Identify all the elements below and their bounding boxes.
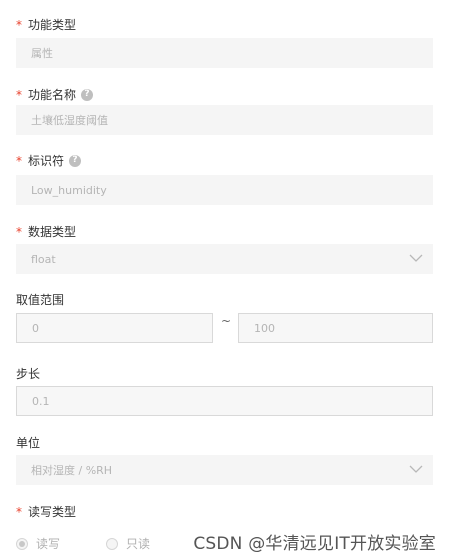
range-max-input[interactable]: 100 xyxy=(238,313,433,343)
unit-label-text: 单位 xyxy=(16,436,41,450)
unit-value: 相对湿度 / %RH xyxy=(31,464,113,477)
unit-select[interactable]: 相对湿度 / %RH xyxy=(16,455,433,485)
range-max-value: 100 xyxy=(254,321,275,335)
range-min-input[interactable]: 0 xyxy=(16,313,213,343)
data-type-value: float xyxy=(31,252,56,266)
radio-selected-dot xyxy=(19,540,25,547)
value-range-label-text: 取值范围 xyxy=(16,293,65,307)
function-name-field[interactable]: 土壤低湿度阈值 xyxy=(16,105,433,135)
identifier-value: Low_humidity xyxy=(31,183,107,197)
required-marker: * xyxy=(16,17,22,32)
data-type-select[interactable]: float xyxy=(16,244,433,274)
identifier-label-text: 标识符 xyxy=(28,154,65,168)
step-label-text: 步长 xyxy=(16,367,41,381)
step-label: 步长 xyxy=(16,365,40,382)
rw-type-label: * 读写类型 xyxy=(16,503,76,520)
step-value: 0.1 xyxy=(32,394,50,408)
function-name-value: 土壤低湿度阈值 xyxy=(31,114,108,127)
required-marker: * xyxy=(16,504,22,519)
unit-label: 单位 xyxy=(16,434,40,451)
identifier-field[interactable]: Low_humidity xyxy=(16,175,433,205)
help-icon[interactable]: ? xyxy=(69,154,82,167)
function-type-value: 属性 xyxy=(31,47,53,60)
function-type-label: * 功能类型 xyxy=(16,16,76,33)
watermark: CSDN @华清远见IT开放实验室 xyxy=(193,534,436,554)
value-range-label: 取值范围 xyxy=(16,291,64,308)
range-min-value: 0 xyxy=(32,321,39,335)
required-marker: * xyxy=(16,87,22,102)
radio-read-only-label[interactable]: 只读 xyxy=(126,535,150,552)
data-type-label-text: 数据类型 xyxy=(28,225,77,239)
chevron-down-icon[interactable] xyxy=(409,253,423,263)
chevron-down-icon[interactable] xyxy=(409,464,423,474)
radio-read-only[interactable] xyxy=(106,537,119,550)
help-icon[interactable]: ? xyxy=(81,88,94,101)
function-type-label-text: 功能类型 xyxy=(28,18,77,32)
identifier-label: * 标识符 ? xyxy=(16,152,82,169)
function-type-field[interactable]: 属性 xyxy=(16,38,433,68)
step-input[interactable]: 0.1 xyxy=(16,386,433,416)
radio-read-write-label[interactable]: 读写 xyxy=(36,535,60,552)
required-marker: * xyxy=(16,224,22,239)
function-name-label: * 功能名称 ? xyxy=(16,86,94,103)
data-type-label: * 数据类型 xyxy=(16,223,76,240)
range-separator: ~ xyxy=(221,314,232,328)
radio-read-write[interactable] xyxy=(16,537,28,550)
rw-type-radio-group: 读写 只读 xyxy=(16,535,174,552)
required-marker: * xyxy=(16,153,22,168)
rw-type-label-text: 读写类型 xyxy=(28,505,77,519)
function-name-label-text: 功能名称 xyxy=(28,88,77,102)
